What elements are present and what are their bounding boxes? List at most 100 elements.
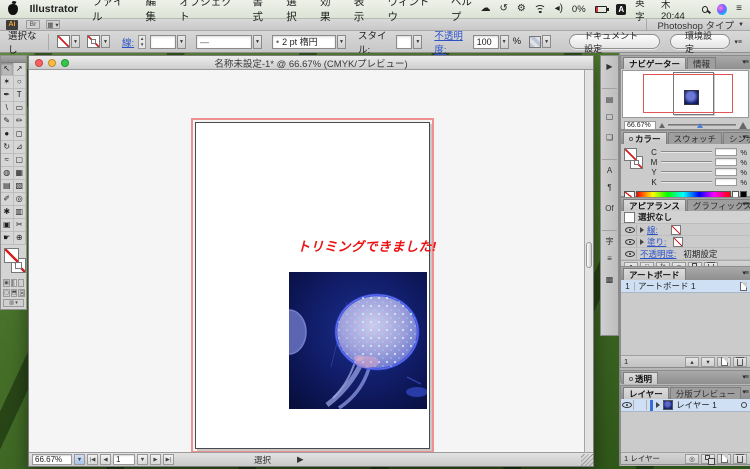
shape-builder-tool[interactable]: ◍ [1,167,14,180]
brush-name[interactable]: •2 pt 楕円 [272,35,336,49]
menubar-menu-6[interactable]: 表示 [354,0,374,24]
panel-menu-icon[interactable]: ▾≡ [742,200,748,208]
channel-value-field[interactable] [715,148,737,156]
fill-none-swatch[interactable] [673,237,683,247]
app-menu-title[interactable]: Illustrator [30,3,78,15]
new-layer-button[interactable] [717,454,731,464]
status-display[interactable]: 選択 ▶ [254,454,304,466]
chevron-down-icon[interactable]: ▼ [71,35,80,48]
type-tool[interactable]: T [14,89,27,102]
width-profile-field[interactable]: — [196,35,252,49]
stroke-weight-link[interactable]: 線: [122,35,134,49]
opacity-field[interactable]: 100 [473,35,499,49]
document-title-bar[interactable]: 名称未設定-1* @ 66.67% (CMYK/プレビュー) [29,56,593,70]
apple-icon[interactable] [8,4,18,15]
delete-layer-button[interactable] [733,454,747,464]
recolor-artwork-icon[interactable] [529,36,541,48]
opacity-link[interactable]: 不透明度: [434,28,468,56]
scrollbar-thumb[interactable] [586,242,592,268]
battery-icon[interactable] [595,6,608,13]
fill-none-swatch[interactable] [57,35,70,48]
document-info-icon[interactable]: ▤ [602,88,617,103]
column-graph-tool[interactable]: ▥ [14,206,27,219]
style-field[interactable] [396,35,412,49]
menubar-menu-7[interactable]: ウィンドウ [388,0,437,24]
magic-wand-tool[interactable]: ✶ [1,76,14,89]
appearance-opacity-row[interactable]: 不透明度: 初期設定 [621,248,750,260]
opacity-row-label[interactable]: 不透明度: [640,248,676,260]
canvas[interactable]: トリミングできました! [29,70,584,452]
fill-swatch[interactable] [4,248,19,263]
gradient-icon[interactable]: ▩ [602,272,617,287]
menubar-menu-3[interactable]: 書式 [253,0,273,24]
stroke-row-label[interactable]: 線: [647,224,658,236]
chevron-down-icon[interactable]: ▼ [542,35,551,48]
canvas-text[interactable]: トリミングできました! [297,236,437,255]
appearance-stroke-row[interactable]: 線: [621,224,750,236]
panel-menu-icon[interactable]: ▾≡ [742,269,748,277]
stroke-weight-stepper[interactable]: ▲▼ [138,35,146,49]
wifi-icon[interactable] [535,5,546,14]
cloud-icon[interactable]: ☁ [481,4,491,14]
zoom-tool[interactable]: ⊕ [14,232,27,245]
fill-stroke-swatches[interactable] [3,247,24,277]
tab-appearance[interactable]: アピアランス [623,199,686,211]
pen-tool[interactable]: ✒ [1,89,14,102]
none-button[interactable] [18,279,24,287]
perspective-grid-tool[interactable]: ▦ [14,167,27,180]
document-setup-button[interactable]: ドキュメント設定 [569,34,660,49]
panel-menu-icon[interactable]: ▾≡ [742,373,748,381]
draw-normal-button[interactable]: ▢ [3,289,10,297]
status-popup-icon[interactable]: ▶ [297,454,304,465]
fill-color-control[interactable]: ▼ [57,35,80,48]
zoom-out-icon[interactable] [659,123,665,128]
tab-swatches[interactable]: スウォッチ [668,132,723,144]
paintbrush-tool[interactable]: ✎ [1,115,14,128]
line-segment-tool[interactable]: \ [1,102,14,115]
layer-name[interactable]: レイヤー 1 [676,399,717,411]
selection-tool[interactable]: ↖ [1,63,14,76]
artboard-row[interactable]: 1 アートボード 1 [621,280,750,293]
expand-icon[interactable] [640,239,644,245]
chevron-down-icon[interactable]: ▼ [500,35,509,49]
screen-mode-button[interactable]: ▥ ▾ [3,299,24,307]
width-tool[interactable]: ≈ [1,154,14,167]
visibility-toggle[interactable] [624,237,637,247]
opentype-icon[interactable]: Of [602,201,617,216]
style-dropdown[interactable]: ▼ [396,35,422,49]
menubar-menu-1[interactable]: 編集 [146,0,166,24]
rotate-tool[interactable]: ↻ [1,141,14,154]
arrange-documents-icon[interactable]: ▦ ▾ [46,20,60,29]
zoom-level-field[interactable]: 66.67% [32,454,72,465]
artboard-tool[interactable]: ▣ [1,219,14,232]
resize-grip[interactable] [581,454,593,466]
layer-target-icon[interactable] [741,402,747,408]
eraser-tool[interactable]: ◻ [14,128,27,141]
panel-menu-icon[interactable]: ▾≡ [742,133,748,141]
pencil-tool[interactable]: ✏ [14,115,27,128]
tab-transparency[interactable]: 透明 [623,372,658,384]
menubar-menu-8[interactable]: ヘルプ [451,0,481,24]
draw-inside-button[interactable]: 回 [18,289,25,297]
expand-icon[interactable] [640,227,644,233]
slider-thumb[interactable] [697,123,703,128]
channel-value-field[interactable] [715,168,737,176]
hand-tool[interactable]: ☛ [1,232,14,245]
channel-slider[interactable] [661,171,712,173]
character-icon[interactable]: A [602,159,617,174]
zoom-dropdown-icon[interactable]: ▼ [74,454,85,465]
navigator-zoom-slider[interactable] [668,124,736,126]
notification-center-icon[interactable]: ≡ [736,4,742,14]
stroke-weight-combo[interactable]: ▼ [150,35,186,49]
next-artboard-icon[interactable]: ▶ [150,454,161,465]
tab-layers[interactable]: レイヤー [623,387,669,399]
siri-icon[interactable] [717,4,727,15]
chevron-down-icon[interactable]: ▼ [253,35,262,49]
eyedropper-tool[interactable]: ✐ [1,193,14,206]
navigator-zoom-field[interactable]: 66.67% [624,121,656,130]
lasso-tool[interactable]: ○ [14,76,27,89]
tools-panel-header[interactable] [1,56,26,63]
blend-tool[interactable]: ◎ [14,193,27,206]
input-method-icon[interactable]: A [616,4,626,15]
color-fill-stroke[interactable] [624,148,646,172]
